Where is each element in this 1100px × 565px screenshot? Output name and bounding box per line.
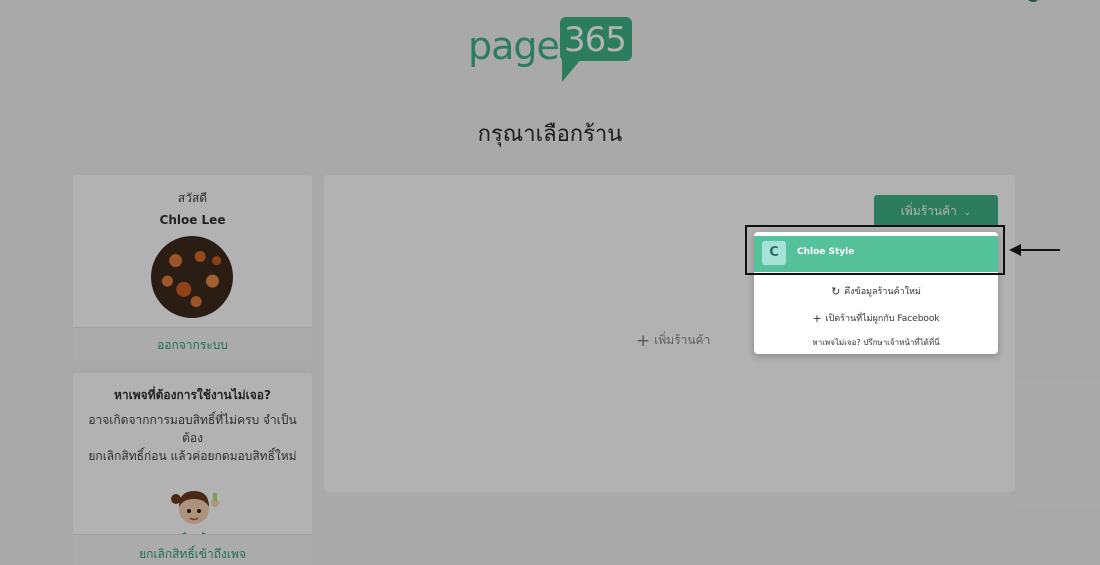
contact-support-link[interactable]: หาเพจไม่เจอ? ปรึกษาเจ้าหน้าที่ได้ที่นี่ xyxy=(754,336,998,349)
arrow-shaft xyxy=(1012,249,1060,251)
highlight-box xyxy=(745,225,1005,275)
plus-icon: + xyxy=(812,312,822,325)
refresh-icon: ↻ xyxy=(831,285,841,298)
sync-shops-item[interactable]: ↻ ดึงข้อมูลร้านค้าใหม่ xyxy=(754,284,998,298)
open-shop-without-facebook-label: เปิดร้านที่ไม่ผูกกับ Facebook xyxy=(825,314,940,324)
sync-shops-label: ดึงข้อมูลร้านค้าใหม่ xyxy=(844,287,921,297)
open-shop-without-facebook-item[interactable]: + เปิดร้านที่ไม่ผูกกับ Facebook xyxy=(754,311,998,325)
